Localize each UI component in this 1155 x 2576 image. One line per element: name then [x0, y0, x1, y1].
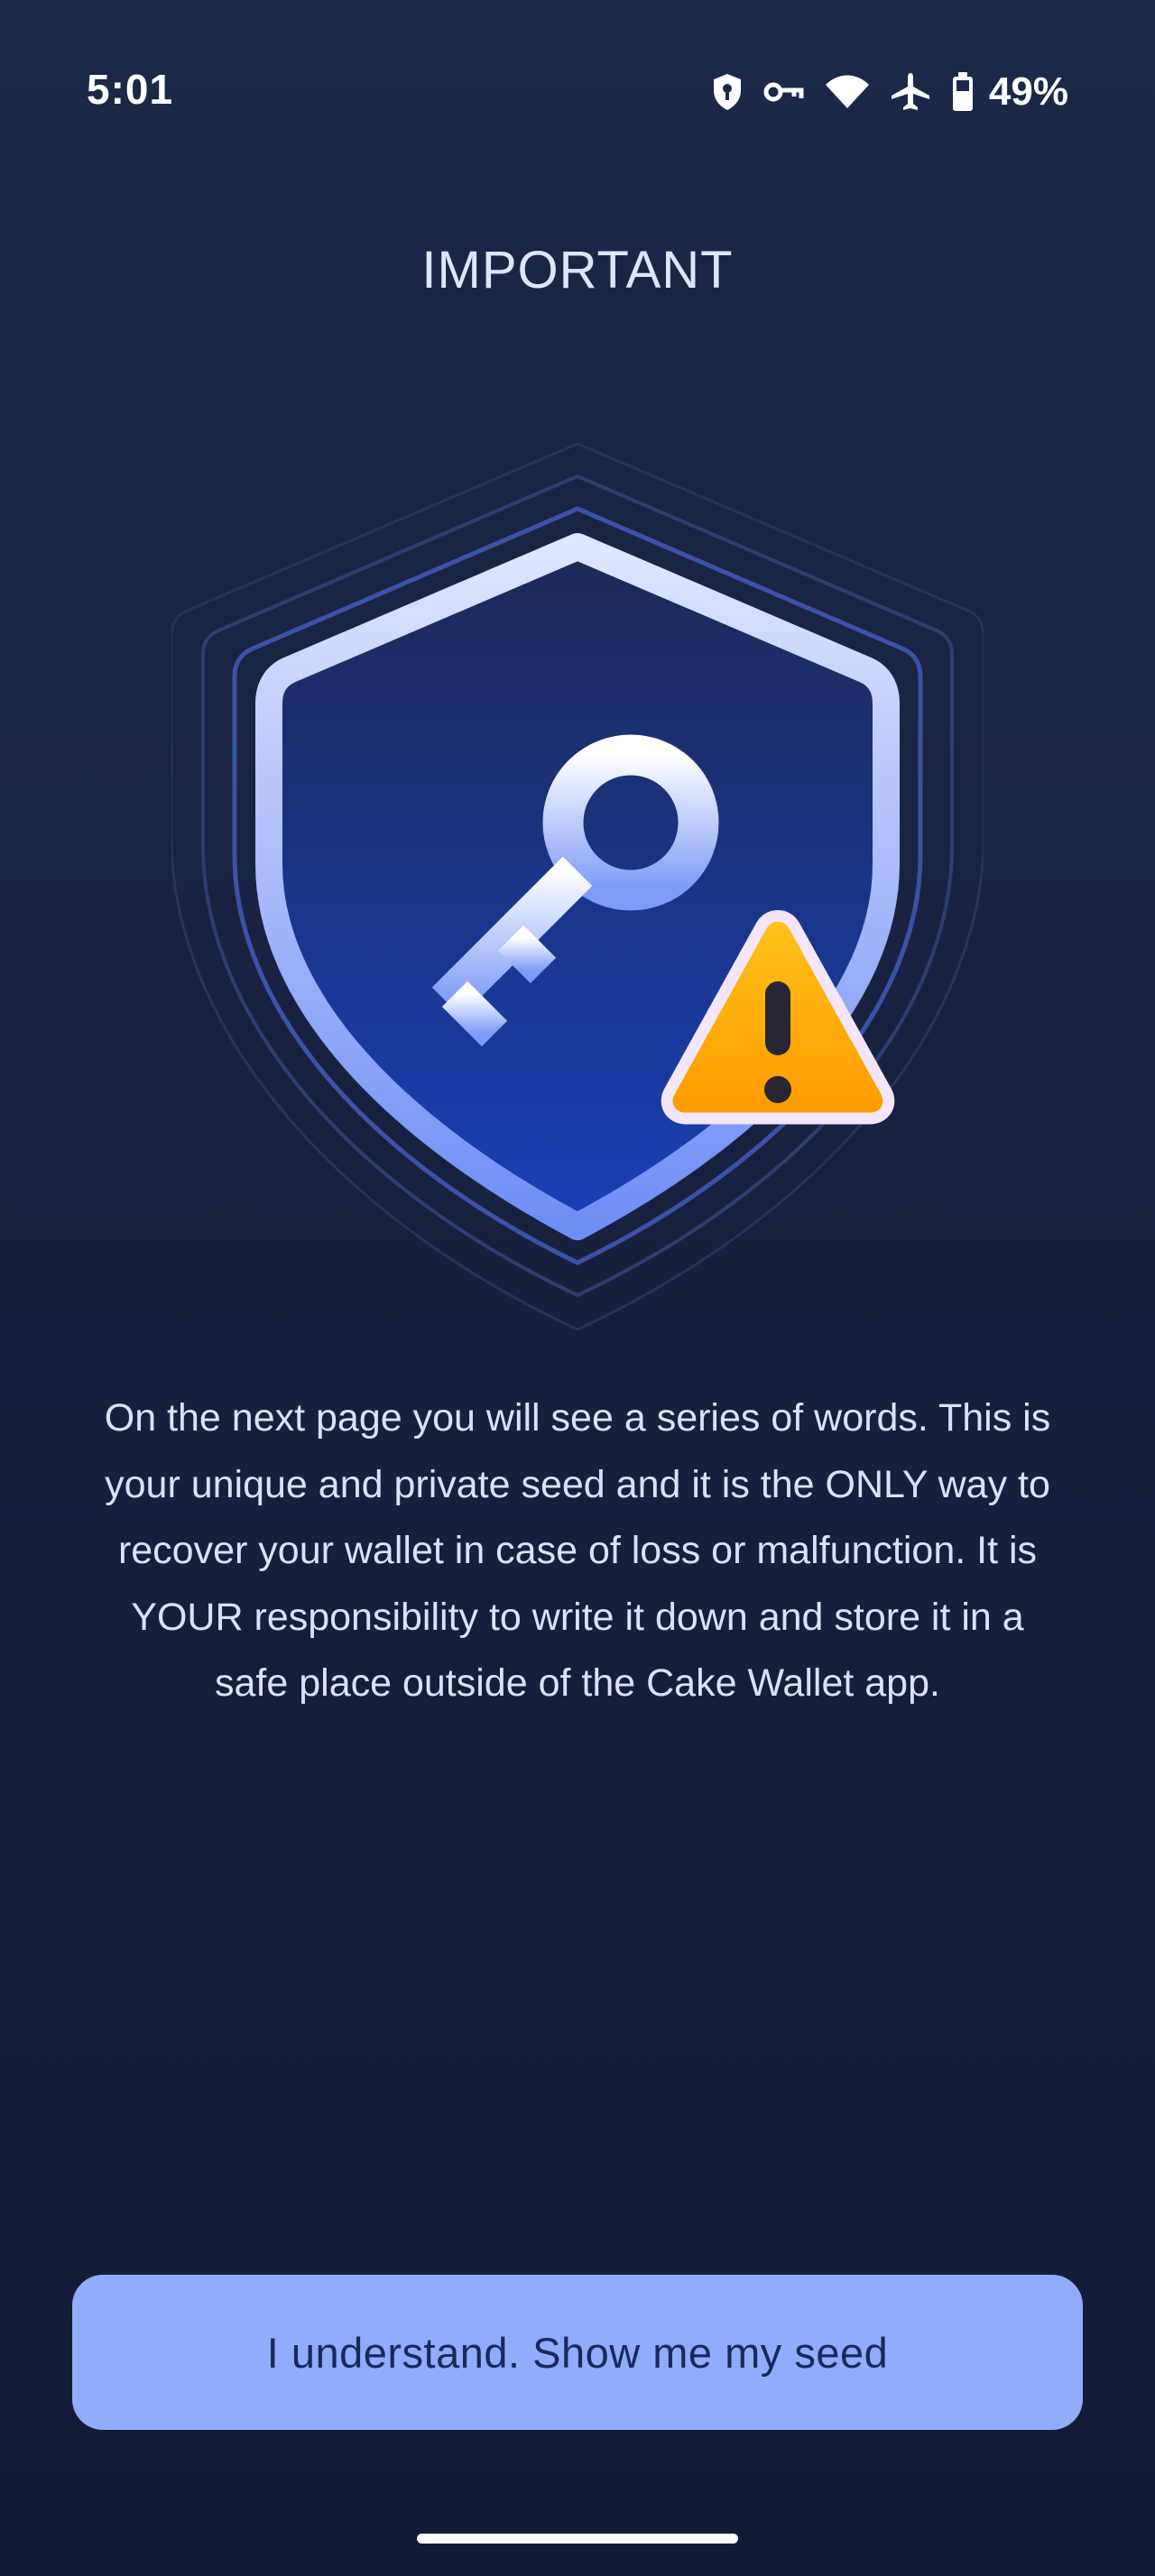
seed-warning-message: On the next page you will see a series o…: [104, 1396, 1051, 1705]
wifi-icon: [825, 74, 870, 110]
home-indicator[interactable]: [417, 2534, 738, 2544]
vpn-shield-icon: [711, 72, 744, 112]
vpn-key-icon: [763, 78, 805, 106]
battery-percent: 49%: [988, 69, 1068, 114]
status-icons: 49%: [711, 67, 1068, 117]
battery-icon: [951, 72, 975, 112]
seed-warning-illustration: [170, 440, 985, 1333]
airplane-mode-icon: [890, 71, 931, 113]
status-time: 5:01: [87, 66, 174, 113]
status-bar: 5:01 49%: [0, 0, 1155, 180]
page-title: IMPORTANT: [421, 241, 734, 299]
show-seed-button[interactable]: I understand. Show me my seed: [72, 2275, 1083, 2430]
